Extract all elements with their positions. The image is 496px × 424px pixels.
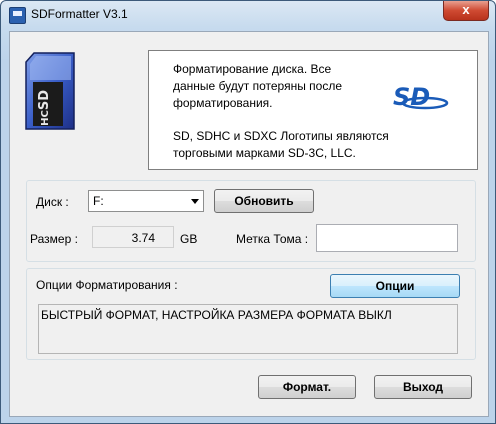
sdformatter-window: SDFormatter V3.1 x SD HC Форматирование … [0,0,496,424]
info-line-3: форматирования. [173,96,273,110]
exit-button[interactable]: Выход [374,375,472,399]
title-bar[interactable]: SDFormatter V3.1 x [1,1,495,29]
client-area: SD HC Форматирование диска. Все данные б… [9,31,489,417]
info-line-4: SD, SDHC и SDXC Логотипы являются [173,129,389,143]
info-line-1: Форматирование диска. Все [173,62,332,76]
size-field: 3.74 [92,226,174,248]
drive-select[interactable]: F: [88,190,204,212]
options-label: Опции Форматирования : [36,278,178,292]
svg-text:HC: HC [40,110,51,126]
svg-text:SD: SD [37,90,52,110]
info-line-5: торговыми марками SD-3C, LLC. [173,146,356,160]
options-button[interactable]: Опции [330,274,460,298]
drive-select-value: F: [93,194,104,208]
options-summary-box: БЫСТРЫЙ ФОРМАТ, НАСТРОЙКА РАЗМЕРА ФОРМАТ… [38,304,458,354]
app-icon [9,7,26,24]
format-button[interactable]: Формат. [258,375,356,399]
chevron-down-icon [191,199,199,204]
window-title: SDFormatter V3.1 [31,7,128,21]
sd-hc-card-icon: SD HC [25,52,75,130]
refresh-button[interactable]: Обновить [214,189,314,213]
size-label: Размер : [30,232,78,246]
size-unit: GB [180,232,198,246]
drive-label: Диск : [36,195,69,209]
info-line-2: данные будут потеряны после [173,79,343,93]
sd-logo: SD [393,83,449,111]
close-button[interactable]: x [443,1,489,21]
volume-label-label: Метка Тома : [236,232,309,246]
volume-label-input[interactable] [316,224,458,252]
size-value: 3.74 [131,231,155,245]
info-panel: Форматирование диска. Все данные будут п… [148,50,478,170]
options-summary: БЫСТРЫЙ ФОРМАТ, НАСТРОЙКА РАЗМЕРА ФОРМАТ… [41,308,392,322]
